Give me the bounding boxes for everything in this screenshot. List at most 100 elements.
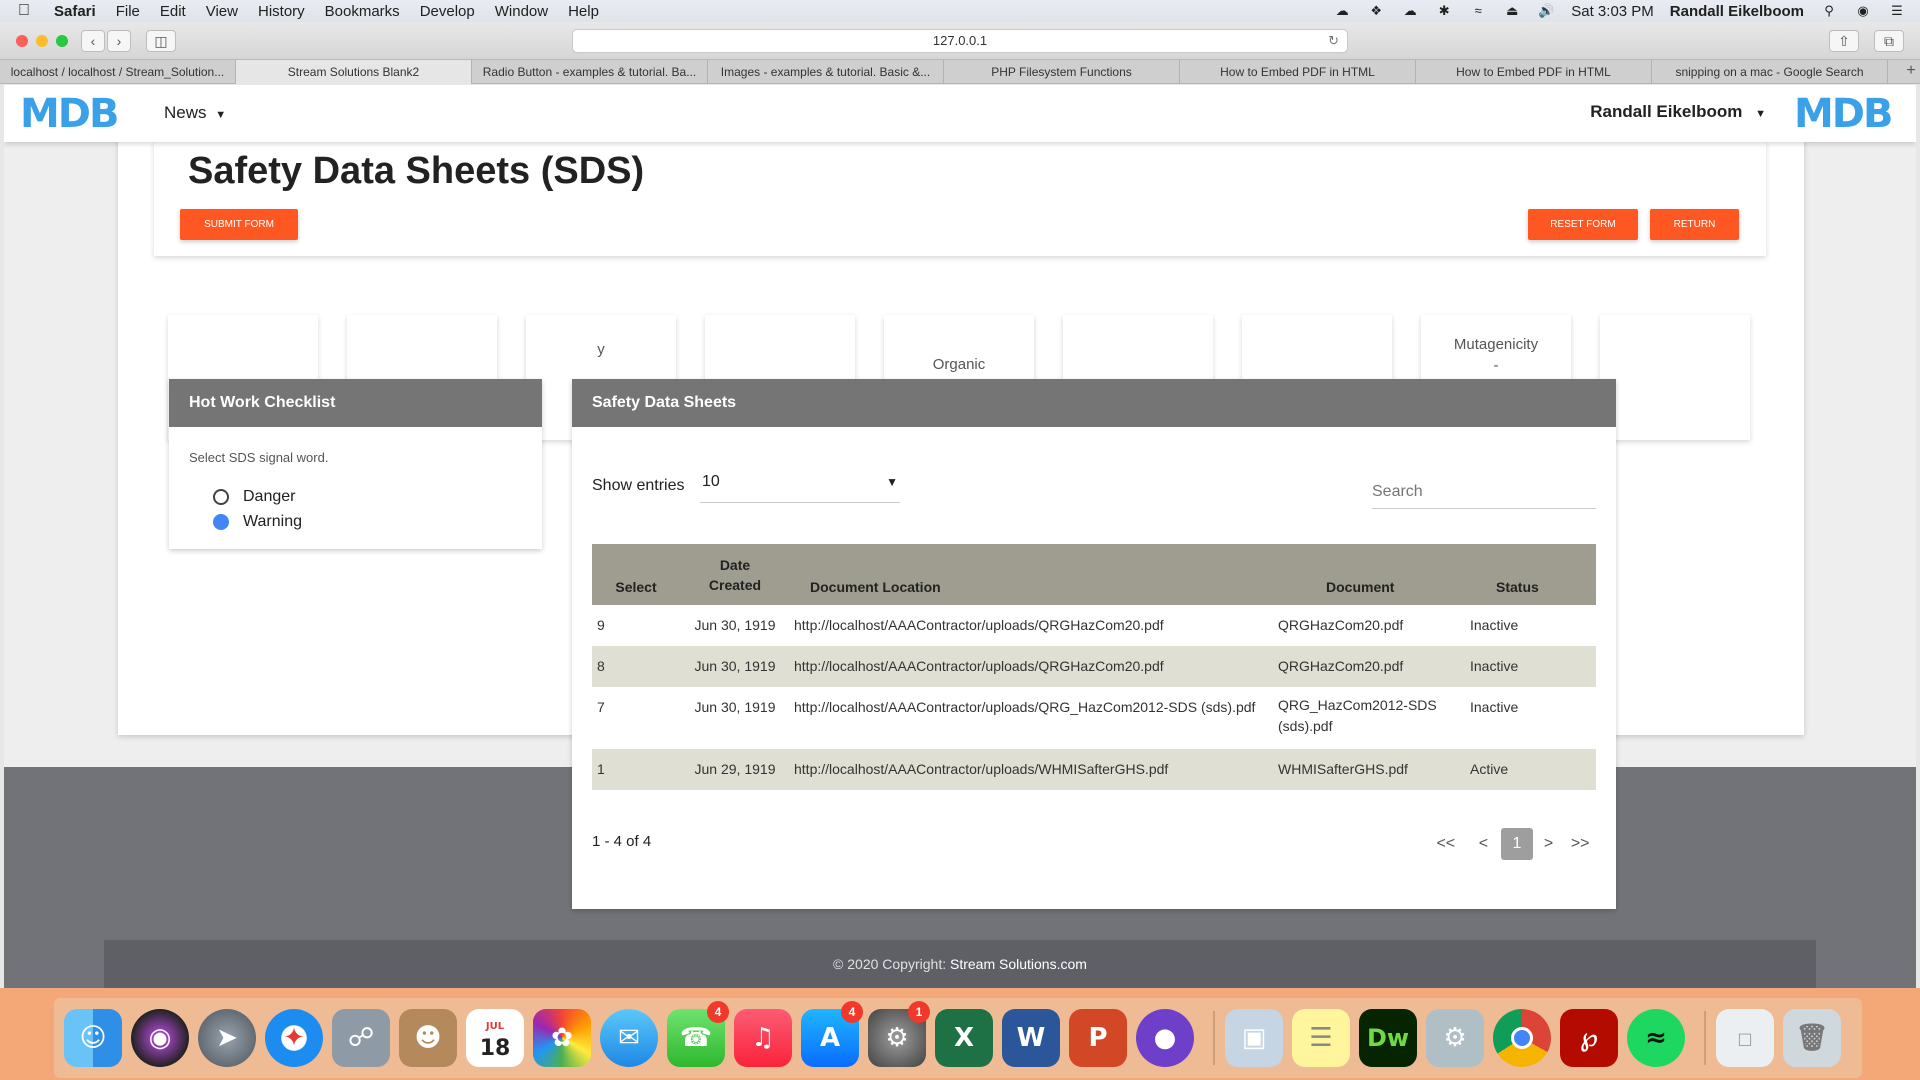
siri-icon[interactable]: ◉ bbox=[1854, 4, 1872, 18]
user-dropdown[interactable]: Randall Eikelboom ▼ bbox=[1590, 102, 1766, 122]
siri-icon[interactable]: ◉ bbox=[131, 1009, 189, 1067]
system-preferences-icon[interactable]: ⚙ 1 bbox=[868, 1001, 930, 1067]
dreamweaver-icon[interactable]: Dw bbox=[1359, 1009, 1417, 1067]
menu-edit[interactable]: Edit bbox=[160, 3, 186, 20]
next-page-icon[interactable]: > bbox=[1533, 835, 1565, 853]
search-input[interactable] bbox=[1372, 475, 1596, 509]
dropbox-icon[interactable]: ❖ bbox=[1367, 4, 1385, 18]
launchpad-icon[interactable]: ➤ bbox=[198, 1009, 256, 1067]
first-page-icon[interactable]: << bbox=[1430, 835, 1462, 853]
tab-localhost[interactable]: localhost / localhost / Stream_Solution.… bbox=[0, 60, 236, 84]
close-window-icon[interactable] bbox=[16, 35, 28, 47]
spotify-icon[interactable]: ≈ bbox=[1627, 1009, 1685, 1067]
radio-warning[interactable]: Warning bbox=[213, 513, 302, 531]
tab-radio-button[interactable]: Radio Button - examples & tutorial. Ba..… bbox=[472, 60, 708, 84]
itunes-icon[interactable]: ♫ bbox=[734, 1009, 792, 1067]
menu-view[interactable]: View bbox=[206, 3, 238, 20]
tab-images[interactable]: Images - examples & tutorial. Basic &... bbox=[708, 60, 944, 84]
col-status[interactable]: Status bbox=[1462, 544, 1596, 605]
radio-unselected-icon[interactable] bbox=[213, 489, 229, 505]
submit-form-button[interactable]: SUBMIT FORM bbox=[180, 209, 298, 240]
share-icon[interactable]: ⇧ bbox=[1829, 30, 1859, 52]
powerpoint-icon[interactable]: P bbox=[1069, 1009, 1127, 1067]
news-dropdown[interactable]: News ▼ bbox=[164, 103, 226, 123]
mdb-logo-right[interactable]: MDB bbox=[1794, 93, 1900, 135]
cell-document[interactable]: WHMISafterGHS.pdf bbox=[1266, 749, 1462, 790]
col-document-location[interactable]: Document Location bbox=[790, 544, 1266, 605]
trash-icon[interactable]: 🗑 bbox=[1783, 1009, 1841, 1067]
zoom-window-icon[interactable] bbox=[56, 35, 68, 47]
cell-document[interactable]: QRG_HazCom2012-SDS (sds).pdf bbox=[1266, 687, 1462, 749]
menu-user[interactable]: Randall Eikelboom bbox=[1670, 3, 1804, 20]
preview-icon[interactable]: ☍ bbox=[332, 1009, 390, 1067]
entries-select[interactable]: 10 ▼ bbox=[700, 465, 900, 503]
bluetooth-icon[interactable]: ✱ bbox=[1435, 4, 1453, 18]
cell-location[interactable]: http://localhost/AAAContractor/uploads/W… bbox=[790, 749, 1266, 790]
sidebar-toggle-icon[interactable]: ◫ bbox=[146, 30, 176, 52]
tab-overview-icon[interactable]: ⧉ bbox=[1874, 30, 1904, 52]
cell-location[interactable]: http://localhost/AAAContractor/uploads/Q… bbox=[790, 687, 1266, 749]
messages-icon[interactable]: ✉ bbox=[600, 1009, 658, 1067]
contacts-icon[interactable]: ☻ bbox=[399, 1009, 457, 1067]
calendar-icon[interactable]: JUL 18 bbox=[466, 1009, 524, 1067]
company-link[interactable]: Stream Solutions.com bbox=[950, 956, 1087, 972]
menu-clock[interactable]: Sat 3:03 PM bbox=[1571, 3, 1654, 20]
apple-menu-icon[interactable]:  bbox=[18, 2, 36, 20]
reload-icon[interactable]: ↻ bbox=[1328, 30, 1339, 52]
wifi-icon[interactable]: ≈ bbox=[1469, 4, 1487, 18]
cell-location[interactable]: http://localhost/AAAContractor/uploads/Q… bbox=[790, 646, 1266, 687]
tab-embed-pdf-2[interactable]: How to Embed PDF in HTML bbox=[1416, 60, 1652, 84]
col-date-created[interactable]: Date Created bbox=[680, 544, 790, 605]
forward-arrow-icon[interactable]: › bbox=[107, 30, 131, 52]
tab-stream-solutions[interactable]: Stream Solutions Blank2 bbox=[236, 60, 472, 84]
menu-history[interactable]: History bbox=[258, 3, 305, 20]
eject-icon[interactable]: ⏏ bbox=[1503, 4, 1521, 18]
acrobat-icon[interactable]: ℘ bbox=[1560, 1009, 1618, 1067]
chrome-icon[interactable] bbox=[1493, 1009, 1551, 1067]
word-icon[interactable]: W bbox=[1002, 1009, 1060, 1067]
menu-bookmarks[interactable]: Bookmarks bbox=[325, 3, 400, 20]
prev-page-icon[interactable]: < bbox=[1468, 835, 1500, 853]
tab-php-filesystem[interactable]: PHP Filesystem Functions bbox=[944, 60, 1180, 84]
notification-center-icon[interactable]: ☰ bbox=[1888, 4, 1906, 18]
spotlight-search-icon[interactable]: ⚲ bbox=[1820, 4, 1838, 18]
minimize-window-icon[interactable] bbox=[36, 35, 48, 47]
safari-icon[interactable]: ✦ bbox=[265, 1009, 323, 1067]
cell-document[interactable]: QRGHazCom20.pdf bbox=[1266, 646, 1462, 687]
address-bar[interactable]: 127.0.0.1 ↻ bbox=[572, 29, 1348, 53]
app-store-icon[interactable]: A4 bbox=[801, 1001, 863, 1067]
photos-icon[interactable]: ✿ bbox=[533, 1009, 591, 1067]
reset-form-button[interactable]: RESET FORM bbox=[1528, 209, 1638, 240]
table-row[interactable]: 9 Jun 30, 1919 http://localhost/AAAContr… bbox=[592, 605, 1596, 646]
cloud-status-icon[interactable]: ☁ bbox=[1401, 4, 1419, 18]
mdb-logo-left[interactable]: MDB bbox=[20, 93, 126, 135]
return-button[interactable]: RETURN bbox=[1650, 209, 1739, 240]
pdf-document-icon[interactable]: □ bbox=[1716, 1009, 1774, 1067]
col-document[interactable]: Document bbox=[1266, 544, 1462, 605]
notes-icon[interactable]: ☰ bbox=[1292, 1009, 1350, 1067]
back-arrow-icon[interactable]: ‹ bbox=[81, 30, 105, 52]
last-page-icon[interactable]: >> bbox=[1564, 835, 1596, 853]
menu-window[interactable]: Window bbox=[495, 3, 548, 20]
table-row[interactable]: 1 Jun 29, 1919 http://localhost/AAAContr… bbox=[592, 749, 1596, 790]
github-desktop-icon[interactable]: ● bbox=[1136, 1009, 1194, 1067]
radio-selected-icon[interactable] bbox=[213, 514, 229, 530]
radio-danger[interactable]: Danger bbox=[213, 488, 295, 506]
menu-safari[interactable]: Safari bbox=[54, 3, 96, 20]
tab-google-search[interactable]: snipping on a mac - Google Search bbox=[1652, 60, 1888, 84]
menu-develop[interactable]: Develop bbox=[420, 3, 475, 20]
pictogram-card[interactable] bbox=[1600, 315, 1750, 440]
table-row[interactable]: 8 Jun 30, 1919 http://localhost/AAAContr… bbox=[592, 646, 1596, 687]
tab-embed-pdf-1[interactable]: How to Embed PDF in HTML bbox=[1180, 60, 1416, 84]
creative-cloud-icon[interactable]: ☁ bbox=[1333, 4, 1351, 18]
menu-help[interactable]: Help bbox=[568, 3, 599, 20]
new-tab-icon[interactable]: + bbox=[1902, 60, 1920, 83]
page-1-button[interactable]: 1 bbox=[1501, 828, 1533, 860]
col-select[interactable]: Select bbox=[592, 544, 680, 605]
image-capture-icon[interactable]: ▣ bbox=[1225, 1009, 1283, 1067]
finder-icon[interactable]: ☺ bbox=[64, 1009, 122, 1067]
excel-icon[interactable]: X bbox=[935, 1009, 993, 1067]
cell-document[interactable]: QRGHazCom20.pdf bbox=[1266, 605, 1462, 646]
volume-icon[interactable]: 🔊 bbox=[1537, 4, 1555, 18]
menu-file[interactable]: File bbox=[116, 3, 140, 20]
